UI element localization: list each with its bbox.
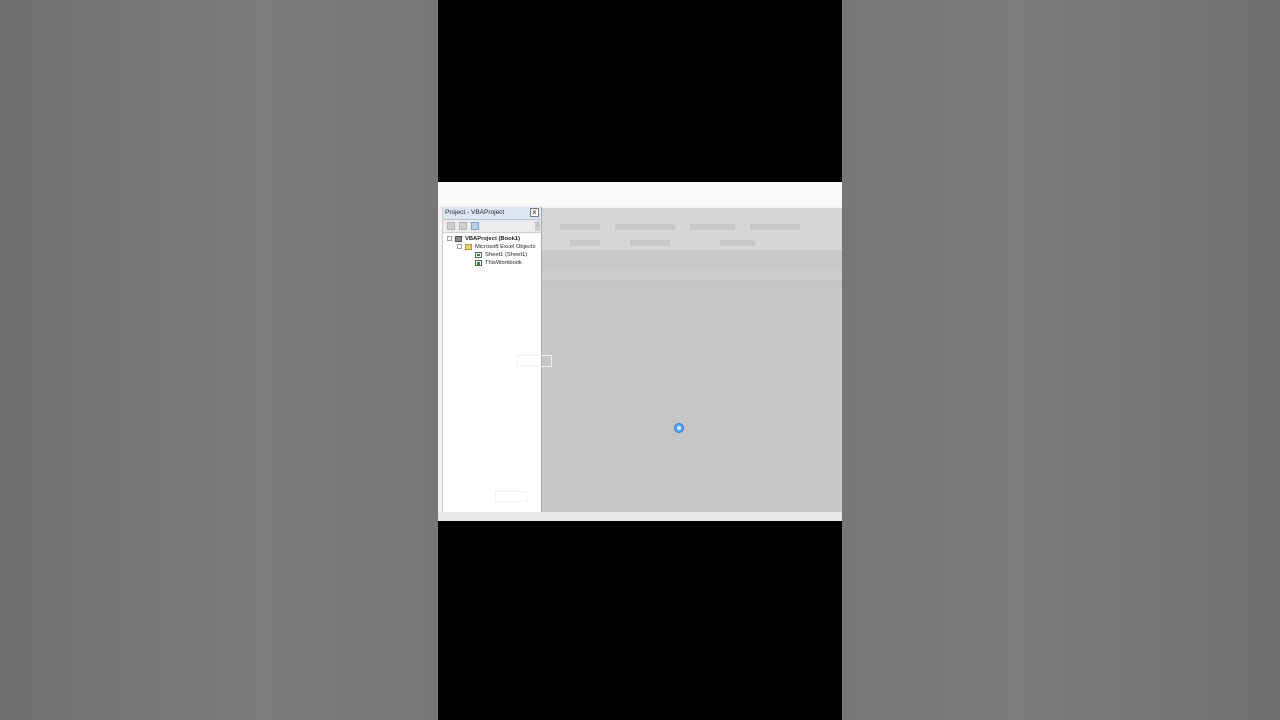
worksheet-grid[interactable] — [540, 281, 842, 515]
project-explorer-toolbar — [443, 220, 541, 233]
workbook-icon — [475, 260, 482, 266]
project-tree: VBAProject (Book1) Microsoft Excel Objec… — [443, 234, 541, 274]
tree-item-label: VBAProject (Book1) — [465, 236, 521, 242]
collapse-icon[interactable] — [447, 236, 452, 241]
excel-ribbon — [540, 208, 842, 251]
tree-item-label: ThisWorkbook — [485, 260, 522, 266]
blurred-background-right — [842, 0, 1280, 720]
video-frame: Project - VBAProject × VBAProject (Book1… — [438, 0, 842, 720]
toggle-folders-icon[interactable] — [471, 222, 479, 230]
faded-overlay-content — [443, 295, 552, 515]
mouse-cursor-icon — [674, 423, 684, 433]
excel-vba-window: Project - VBAProject × VBAProject (Book1… — [438, 182, 842, 521]
project-explorer-title: Project - VBAProject — [445, 209, 505, 216]
column-headers — [540, 270, 842, 281]
excel-workbook-area — [540, 208, 842, 515]
collapse-icon[interactable] — [457, 244, 462, 249]
tree-item-label: Sheet1 (Sheet1) — [485, 252, 528, 258]
ribbon-tabs — [438, 182, 842, 206]
vba-project-icon — [455, 236, 462, 242]
status-bar — [438, 512, 842, 521]
folder-icon — [465, 244, 472, 250]
project-explorer-pane: Project - VBAProject × VBAProject (Book1… — [442, 207, 552, 515]
tree-item-label: Microsoft Excel Objects — [475, 244, 536, 250]
faded-button — [495, 491, 527, 502]
blurred-background-left — [0, 0, 438, 720]
worksheet-icon — [475, 252, 482, 258]
view-object-icon[interactable] — [459, 222, 467, 230]
close-icon[interactable]: × — [530, 208, 539, 217]
toolbar-scroll-handle[interactable] — [535, 221, 540, 231]
project-explorer-title-bar: Project - VBAProject × — [443, 207, 541, 220]
faded-box — [516, 355, 552, 367]
view-code-icon[interactable] — [447, 222, 455, 230]
